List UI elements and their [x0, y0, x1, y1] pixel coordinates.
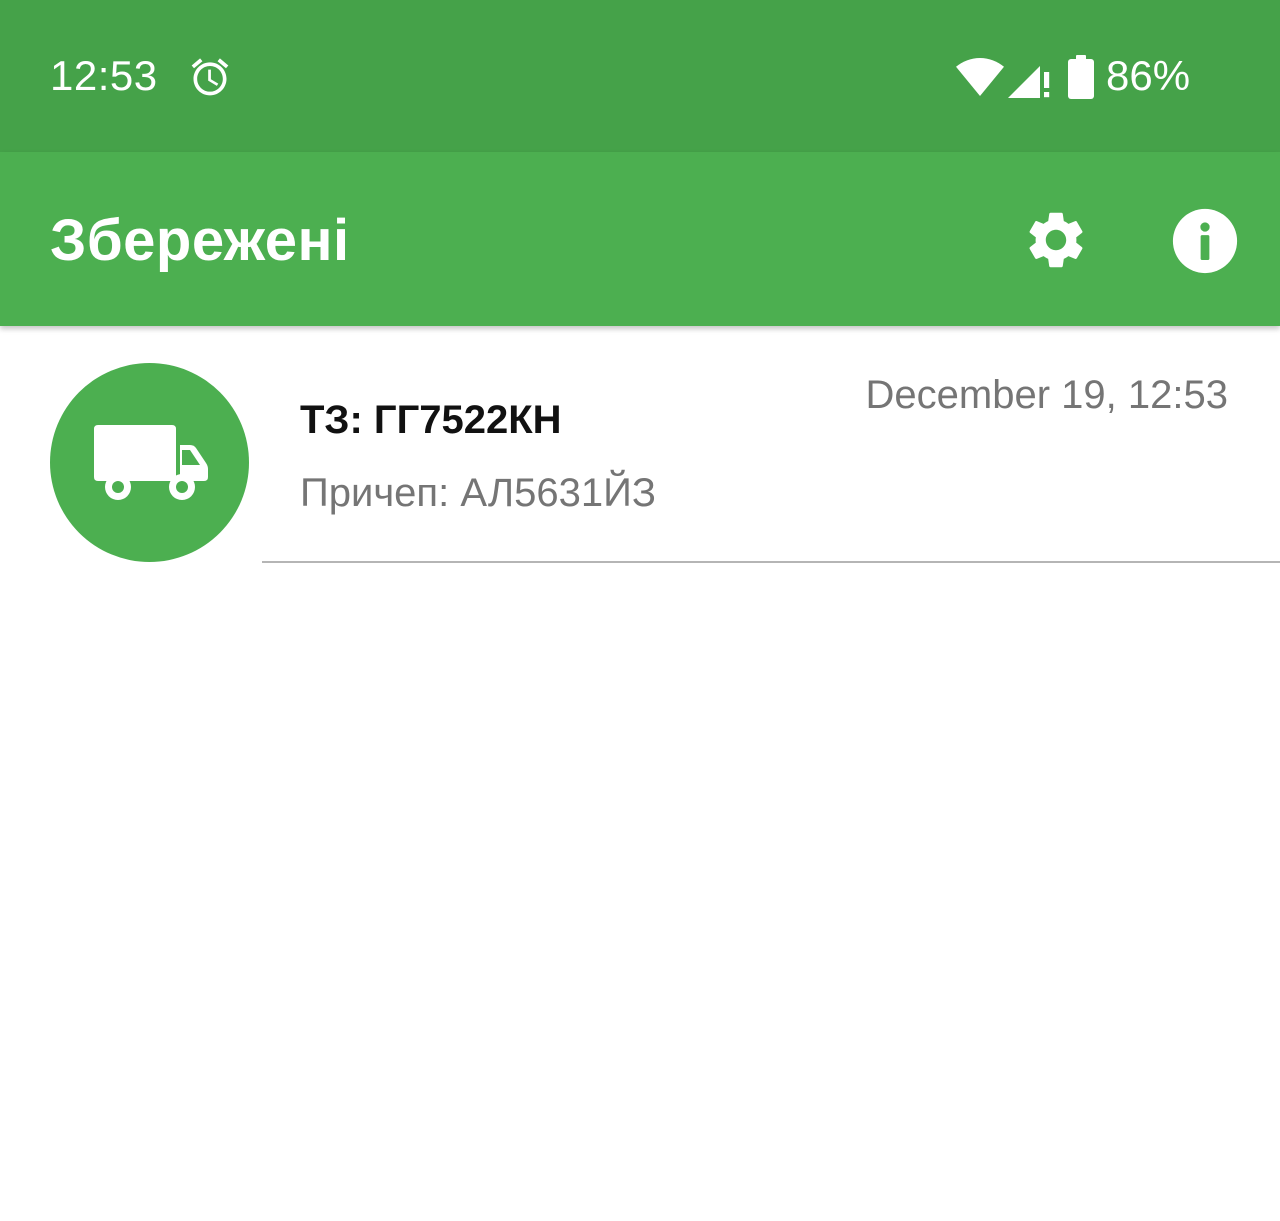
battery-percentage: 86%	[1106, 52, 1191, 99]
settings-button[interactable]	[1018, 202, 1094, 278]
alarm-icon	[191, 58, 229, 96]
signal-icon	[1008, 66, 1050, 98]
status-bar: 12:53 86%	[0, 0, 1280, 152]
page-title: Збережені	[50, 208, 350, 273]
info-icon	[1172, 208, 1238, 274]
vehicle-number: ТЗ: ГГ7522КН	[300, 398, 562, 442]
wifi-icon	[956, 58, 1004, 96]
app-bar: Збережені	[0, 152, 1280, 326]
avatar	[50, 363, 249, 562]
item-timestamp: December 19, 12:53	[865, 373, 1228, 417]
truck-icon	[94, 425, 208, 500]
divider	[262, 561, 1280, 563]
settings-icon	[1029, 212, 1083, 268]
trailer-number: Причеп: АЛ5631ЙЗ	[300, 471, 657, 515]
info-button[interactable]	[1166, 202, 1244, 280]
saved-list: ТЗ: ГГ7522КН Причеп: АЛ5631ЙЗ December 1…	[0, 326, 1280, 1221]
status-time: 12:53	[50, 52, 158, 99]
list-item[interactable]: ТЗ: ГГ7522КН Причеп: АЛ5631ЙЗ December 1…	[0, 326, 1280, 563]
screen: 12:53 86% Збережені ТЗ: ГГ7522КН Причеп:…	[0, 0, 1280, 1221]
battery-icon	[1068, 55, 1094, 99]
